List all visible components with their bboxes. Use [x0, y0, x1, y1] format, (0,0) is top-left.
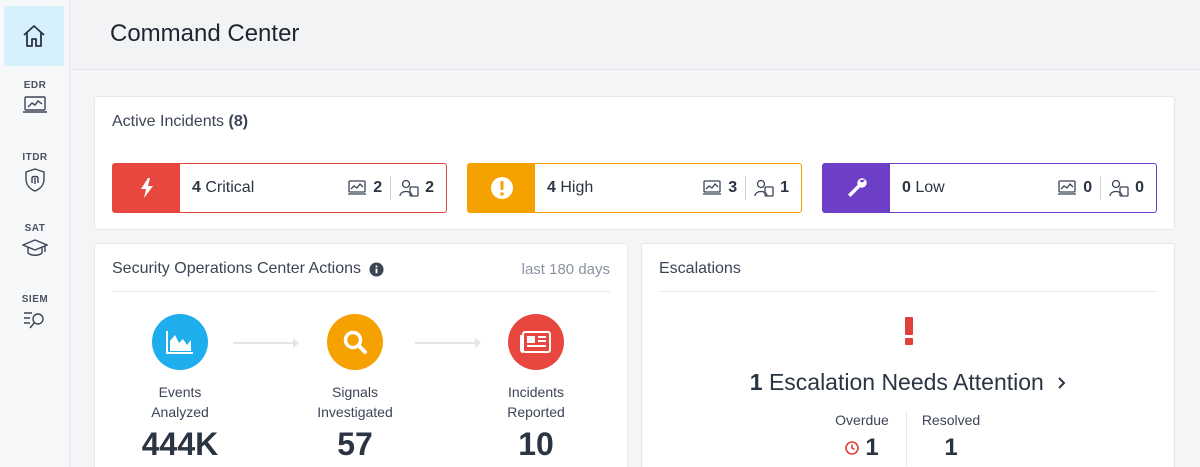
flow-label: Incidents Reported: [507, 384, 565, 420]
severity-label: 4 Critical: [192, 179, 255, 196]
severity-high[interactable]: 4 High 3 1: [467, 163, 802, 213]
lightning-icon: [140, 178, 153, 198]
area-chart-icon: [166, 331, 193, 354]
chevron-right-icon: [1058, 377, 1066, 389]
user-device-icon: [754, 179, 774, 197]
laptop-chart-icon: [1058, 180, 1077, 195]
escalations-title: Escalations: [659, 260, 741, 277]
severity-stats: 3 1: [702, 176, 789, 200]
active-incidents-count: (8): [228, 113, 249, 130]
flow-arrow: [233, 338, 299, 348]
exclamation-icon: [642, 316, 1176, 354]
escalation-count: 1: [749, 369, 763, 395]
resolved-label: Resolved: [921, 412, 981, 428]
active-incidents-card: Active Incidents (8) 4 Critical 2 2 4 Hi…: [94, 96, 1175, 230]
sidebar-item-home[interactable]: [4, 6, 64, 66]
resolved-stat[interactable]: Resolved 1: [911, 412, 991, 466]
severity-critical[interactable]: 4 Critical 2 2: [112, 163, 447, 213]
flow-step-signals: Signals Investigated 57: [290, 314, 420, 463]
stat-divider: [390, 176, 392, 200]
sidebar-item-edr[interactable]: EDR: [0, 80, 70, 115]
flow-circle: [327, 314, 383, 370]
escalation-message: Escalation Needs Attention: [768, 369, 1044, 395]
resolved-value: 1: [944, 434, 958, 461]
endpoint-count: 3: [702, 179, 737, 197]
overdue-value: 1: [865, 434, 879, 461]
flow-circle: [152, 314, 208, 370]
flow-label: Events Analyzed: [151, 384, 209, 420]
flow-value: 10: [518, 426, 554, 462]
exclamation-circle-icon: [490, 177, 513, 199]
divider: [112, 291, 610, 292]
severity-stats: 0 0: [1057, 176, 1144, 200]
wrench-icon: [847, 178, 867, 197]
home-icon: [23, 25, 45, 47]
severity-icon-box: [468, 164, 535, 212]
severity-stats: 2 2: [347, 176, 434, 200]
severity-low[interactable]: 0 Low 0 0: [822, 163, 1157, 213]
sidebar: EDR ITDR SAT SIEM: [0, 0, 70, 467]
sidebar-item-itdr[interactable]: ITDR: [0, 152, 70, 193]
flow-label: Signals Investigated: [317, 384, 393, 420]
flow-step-incidents: Incidents Reported 10: [471, 314, 601, 463]
severity-label: 0 Low: [902, 179, 945, 196]
severity-label: 4 High: [547, 179, 594, 196]
escalations-card: Escalations 1 Escalation Needs Attention…: [641, 243, 1175, 467]
sidebar-item-label: SAT: [24, 223, 46, 234]
active-incidents-title: Active Incidents (8): [112, 113, 249, 130]
time-range-label: last 180 days: [521, 261, 610, 278]
divider: [659, 291, 1157, 292]
endpoint-count: 2: [347, 179, 382, 197]
identity-count: 0: [1109, 179, 1144, 197]
sidebar-item-label: EDR: [23, 80, 47, 91]
severity-icon-box: [113, 164, 180, 212]
page-title: Command Center: [110, 20, 300, 47]
magnifier-icon: [343, 330, 367, 354]
escalation-link[interactable]: 1 Escalation Needs Attention: [642, 369, 1176, 396]
soc-actions-card: Security Operations Center Actions last …: [94, 243, 628, 467]
user-device-icon: [1109, 179, 1129, 197]
flow-value: 57: [337, 426, 373, 462]
overdue-label: Overdue: [835, 412, 889, 428]
shield-fingerprint-icon: [25, 168, 45, 192]
newspaper-icon: [520, 331, 551, 353]
escalation-stats: Overdue 1 Resolved 1: [822, 412, 991, 466]
flow-arrow: [415, 338, 481, 348]
sidebar-item-label: SIEM: [21, 294, 49, 305]
sidebar-item-sat[interactable]: SAT: [0, 223, 70, 258]
laptop-chart-icon: [23, 96, 47, 113]
flow-value: 444K: [141, 426, 219, 462]
endpoint-count: 0: [1057, 179, 1092, 197]
stat-divider: [745, 176, 747, 200]
severity-icon-box: [823, 164, 890, 212]
identity-count: 1: [754, 179, 789, 197]
flow-step-events: Events Analyzed 444K: [115, 314, 245, 463]
identity-count: 2: [399, 179, 434, 197]
laptop-chart-icon: [348, 180, 367, 195]
laptop-chart-icon: [703, 180, 722, 195]
soc-actions-title: Security Operations Center Actions: [112, 260, 384, 278]
stat-divider: [1100, 176, 1102, 200]
info-icon[interactable]: [369, 261, 384, 277]
flow-circle: [508, 314, 564, 370]
sidebar-item-label: ITDR: [22, 152, 48, 163]
stat-divider: [906, 412, 907, 466]
user-device-icon: [399, 179, 419, 197]
clock-icon: [845, 441, 860, 455]
overdue-stat[interactable]: Overdue 1: [822, 412, 902, 466]
page-header: Command Center: [71, 0, 1200, 70]
graduation-cap-icon: [22, 239, 48, 256]
list-search-icon: [24, 312, 44, 329]
sidebar-item-siem[interactable]: SIEM: [0, 294, 70, 331]
